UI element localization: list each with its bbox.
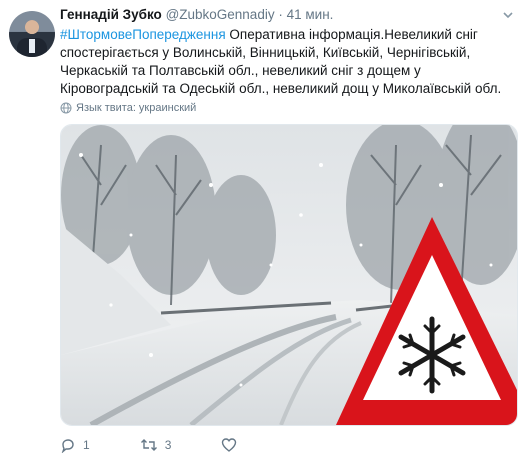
tweet-actions: 1 3	[60, 437, 294, 453]
retweet-count: 3	[164, 438, 172, 452]
retweet-icon	[140, 439, 157, 451]
hashtag-link[interactable]: #ШтормовеПопередження	[60, 27, 226, 42]
author-name[interactable]: Геннадій Зубко	[60, 7, 162, 22]
retweet-button[interactable]: 3	[140, 437, 172, 453]
globe-icon	[60, 102, 72, 114]
like-icon	[222, 438, 237, 452]
like-button[interactable]	[221, 437, 244, 453]
tweet-header: Геннадій Зубко @ZubkoGennadiy · 41 мин.	[60, 6, 515, 24]
reply-icon	[61, 439, 74, 453]
tweet-content: Геннадій Зубко @ZubkoGennadiy · 41 мин. …	[60, 6, 515, 114]
avatar[interactable]	[9, 11, 55, 57]
header-separator: ·	[278, 7, 283, 22]
tweet-timestamp[interactable]: 41 мин.	[287, 7, 334, 22]
tweet-image[interactable]	[60, 124, 518, 426]
reply-count: 1	[83, 438, 90, 452]
language-info: Язык твита: украинский	[60, 102, 515, 114]
avatar-shirt	[29, 39, 35, 53]
reply-button[interactable]: 1	[60, 437, 90, 453]
language-label: Язык твита: украинский	[76, 102, 197, 114]
winter-road-photo	[61, 125, 517, 425]
tweet-text: #ШтормовеПопередження Оперативна інформа…	[60, 26, 515, 98]
chevron-down-icon[interactable]	[501, 8, 515, 22]
tweet-card[interactable]: Геннадій Зубко @ZubkoGennadiy · 41 мин. …	[0, 0, 524, 466]
author-handle[interactable]: @ZubkoGennadiy	[166, 7, 275, 22]
